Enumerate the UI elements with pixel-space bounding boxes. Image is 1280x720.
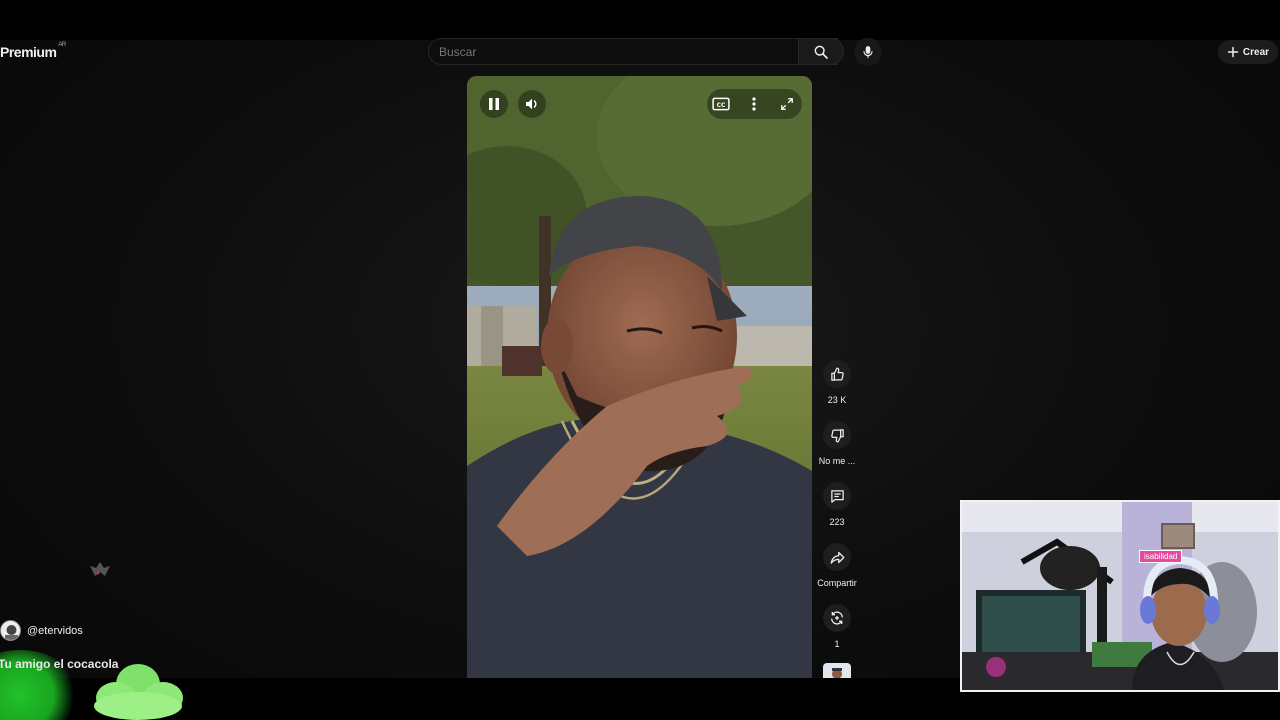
- like-count: 23 K: [827, 395, 847, 405]
- remix-button[interactable]: [823, 604, 851, 632]
- avatar-image: [832, 668, 842, 678]
- like-button[interactable]: [823, 360, 851, 388]
- search-icon: [814, 45, 828, 59]
- like-action: 23 K: [816, 360, 858, 405]
- share-action: Compartir: [816, 543, 858, 588]
- comments-button[interactable]: [823, 482, 851, 510]
- comment-icon: [830, 489, 844, 503]
- create-label: Crear: [1242, 46, 1270, 58]
- pause-button[interactable]: [480, 90, 508, 118]
- dislike-action: No me ...: [816, 421, 858, 466]
- channel-avatar[interactable]: [823, 663, 851, 678]
- streamer-webcam: isabilidad: [960, 500, 1280, 692]
- webcam-scene: [962, 502, 1278, 690]
- webcam-banner: isabilidad: [1139, 550, 1183, 563]
- remix-icon: [831, 611, 843, 625]
- more-vert-icon: [752, 97, 756, 111]
- chat-username: @etervidos: [27, 625, 83, 637]
- thumbs-up-icon: [830, 367, 844, 381]
- dislike-label: No me ...: [818, 456, 856, 466]
- shorts-video-player[interactable]: [467, 76, 812, 678]
- video-frame: [467, 76, 812, 678]
- volume-button[interactable]: [518, 90, 546, 118]
- search-button[interactable]: [798, 38, 844, 65]
- dislike-button[interactable]: [823, 421, 851, 449]
- fullscreen-icon: [781, 98, 793, 110]
- comments-action: 223: [816, 482, 858, 527]
- bat-sticker-icon: [90, 562, 110, 576]
- thumbs-down-icon: [830, 428, 844, 442]
- pause-icon: [489, 98, 499, 110]
- screen: PremiumAR Crear: [0, 0, 1280, 720]
- search-input[interactable]: [439, 39, 789, 64]
- volume-icon: [526, 98, 537, 110]
- avatar-image: [5, 625, 18, 640]
- youtube-premium-logo[interactable]: Premium AR: [0, 42, 66, 60]
- create-button[interactable]: Crear: [1218, 40, 1278, 64]
- plus-icon: [1227, 46, 1239, 58]
- svg-text:CC: CC: [717, 102, 726, 109]
- share-button[interactable]: [823, 543, 851, 571]
- remix-action: 1: [816, 604, 858, 649]
- fullscreen-button[interactable]: [773, 90, 801, 118]
- microphone-icon: [863, 46, 873, 58]
- chat-user-avatar: [0, 620, 21, 641]
- comments-count: 223: [829, 517, 845, 527]
- logo-region: AR: [58, 42, 66, 48]
- chat-message: Tu amigo el cocacola: [0, 657, 119, 671]
- top-letterbox: [0, 0, 1280, 40]
- share-label: Compartir: [817, 578, 857, 588]
- more-options-button[interactable]: [740, 90, 768, 118]
- closed-captions-icon: CC: [712, 97, 730, 111]
- remix-count: 1: [834, 639, 840, 649]
- share-icon: [830, 551, 844, 564]
- voice-search-button[interactable]: [854, 38, 882, 66]
- search-box: [428, 38, 838, 65]
- captions-button[interactable]: CC: [707, 90, 735, 118]
- logo-text: Premium: [0, 44, 57, 60]
